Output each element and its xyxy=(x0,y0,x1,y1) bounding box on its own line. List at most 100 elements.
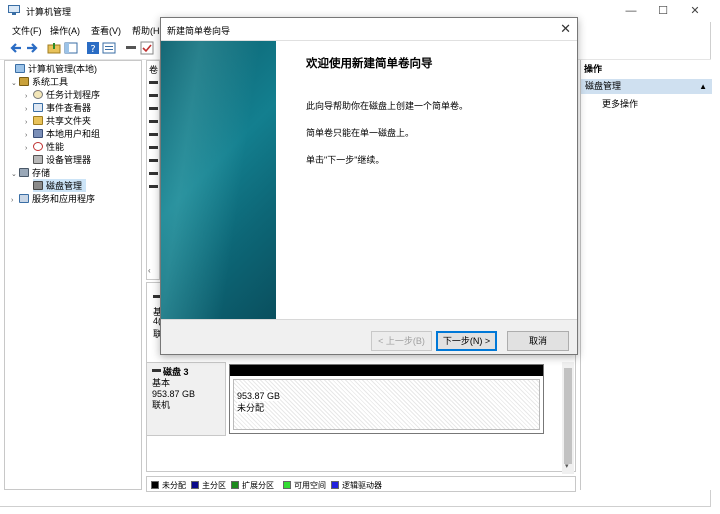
actions-panel: 操作 磁盘管理 ▲ 更多操作 xyxy=(580,60,712,490)
volume-row-icon[interactable] xyxy=(149,120,158,123)
connect-icon[interactable] xyxy=(124,41,138,55)
performance-icon xyxy=(33,142,43,151)
volume-row-icon[interactable] xyxy=(149,81,158,84)
tree-item-storage[interactable]: ⌄ 存储 xyxy=(11,166,50,179)
users-icon xyxy=(33,129,43,138)
disk3-status: 联机 xyxy=(152,400,171,410)
services-icon xyxy=(19,194,29,203)
tree-item-system-tools[interactable]: ⌄ 系统工具 xyxy=(11,75,68,88)
tree-item-disk-management[interactable]: 磁盘管理 xyxy=(33,179,87,192)
wizard-titlebar: 新建简单卷向导 ✕ xyxy=(161,18,577,41)
volume-row-icon[interactable] xyxy=(149,185,158,188)
maximize-button[interactable]: ☐ xyxy=(647,0,679,22)
legend-label: 逻辑驱动器 xyxy=(342,481,382,490)
volume-row-icon[interactable] xyxy=(149,94,158,97)
chevron-right-icon[interactable]: › xyxy=(25,106,33,113)
tree-item-services-apps[interactable]: › 服务和应用程序 xyxy=(11,192,95,205)
check-icon[interactable] xyxy=(140,41,154,55)
properties-icon[interactable] xyxy=(102,41,116,55)
volume-size: 953.87 GB xyxy=(237,391,281,401)
scroll-left-arrow-icon[interactable]: ‹ xyxy=(148,266,151,275)
disk3-size: 953.87 GB xyxy=(152,389,196,399)
navigation-tree: 计算机管理(本地) ⌄ 系统工具 › 任务计划程序 › 事件查看器 › 共享文件夹 › 本… xyxy=(4,60,142,490)
tree-item-shared-folders[interactable]: › 共享文件夹 xyxy=(25,114,91,127)
cancel-button[interactable]: 取消 xyxy=(507,331,569,351)
wizard-description: 此向导帮助你在磁盘上创建一个简单卷。 xyxy=(306,101,469,111)
legend-swatch xyxy=(331,481,339,489)
tree-item-label: 系统工具 xyxy=(32,77,69,87)
minimize-button[interactable]: — xyxy=(615,0,647,22)
wizard-separator xyxy=(161,319,577,320)
back-button[interactable]: < 上一步(B) xyxy=(371,331,432,351)
storage-icon xyxy=(19,168,29,177)
legend-label: 扩展分区 xyxy=(242,481,274,490)
disk3-label[interactable]: 磁盘 3 基本 953.87 GB 联机 xyxy=(146,362,226,436)
show-hide-tree-icon[interactable] xyxy=(64,41,78,55)
menu-help[interactable]: 帮助(H xyxy=(132,24,160,37)
window-title: 计算机管理 xyxy=(26,7,72,17)
wizard-content: 欢迎使用新建简单卷向导 此向导帮助你在磁盘上创建一个简单卷。 简单卷只能在单一磁… xyxy=(276,41,577,319)
volume-body[interactable]: 953.87 GB 未分配 xyxy=(233,379,540,430)
tree-item-event-viewer[interactable]: › 事件查看器 xyxy=(25,101,91,114)
tree-item-label: 计算机管理(本地) xyxy=(28,64,97,74)
wizard-note: 简单卷只能在单一磁盘上。 xyxy=(306,128,415,138)
wizard-instruction: 单击"下一步"继续。 xyxy=(306,155,385,165)
tree-item-label: 性能 xyxy=(46,142,65,152)
tree-item-computer-management[interactable]: 计算机管理(本地) xyxy=(7,62,97,75)
tree-item-device-manager[interactable]: 设备管理器 xyxy=(25,153,91,166)
tree-item-label: 服务和应用程序 xyxy=(32,194,96,204)
device-manager-icon xyxy=(33,155,43,164)
disk-icon xyxy=(33,181,43,190)
computer-management-icon xyxy=(8,5,20,15)
scroll-down-arrow-icon[interactable]: ▾ xyxy=(565,462,569,470)
legend-swatch xyxy=(231,481,239,489)
volume-row-icon[interactable] xyxy=(149,146,158,149)
tree-item-performance[interactable]: › 性能 xyxy=(25,140,64,153)
menu-action[interactable]: 操作(A) xyxy=(50,24,80,37)
actions-group-disk-management[interactable]: 磁盘管理 ▲ xyxy=(581,79,712,94)
chevron-down-icon[interactable]: ⌄ xyxy=(11,79,19,87)
up-folder-icon[interactable] xyxy=(47,41,61,55)
tree-item-label: 共享文件夹 xyxy=(46,116,92,126)
tree-item-label: 任务计划程序 xyxy=(46,90,101,100)
legend-swatch xyxy=(151,481,159,489)
chevron-right-icon[interactable]: › xyxy=(25,132,33,139)
wizard-close-button[interactable]: ✕ xyxy=(560,21,571,37)
unallocated-volume[interactable]: 953.87 GB 未分配 xyxy=(229,364,544,434)
wizard-heading: 欢迎使用新建简单卷向导 xyxy=(306,58,433,70)
actions-title: 操作 xyxy=(584,64,603,74)
legend-swatch xyxy=(283,481,291,489)
next-button[interactable]: 下一步(N) > xyxy=(436,331,497,351)
chevron-right-icon[interactable]: › xyxy=(25,93,33,100)
column-header-volume[interactable]: 卷 xyxy=(149,63,158,76)
legend-unallocated: 未分配 xyxy=(151,480,186,491)
volume-row-icon[interactable] xyxy=(149,172,158,175)
legend-label: 主分区 xyxy=(202,481,226,490)
back-arrow-icon[interactable] xyxy=(9,41,23,55)
volume-list-panel: 卷 ‹ xyxy=(146,60,160,280)
tree-item-local-users[interactable]: › 本地用户和组 xyxy=(25,127,100,140)
menu-view[interactable]: 查看(V) xyxy=(91,24,121,37)
chevron-right-icon[interactable]: › xyxy=(25,145,33,152)
volume-color-bar xyxy=(230,365,543,376)
computer-icon xyxy=(15,64,25,73)
chevron-right-icon[interactable]: › xyxy=(11,197,19,204)
legend-swatch xyxy=(191,481,199,489)
scrollbar-thumb[interactable] xyxy=(564,368,572,464)
tree-item-task-scheduler[interactable]: › 任务计划程序 xyxy=(25,88,100,101)
collapse-arrow-icon[interactable]: ▲ xyxy=(699,79,707,94)
volume-row-icon[interactable] xyxy=(149,107,158,110)
actions-group-label: 磁盘管理 xyxy=(585,81,622,91)
close-button[interactable]: ✕ xyxy=(679,0,711,22)
tree-item-label: 本地用户和组 xyxy=(46,129,101,139)
chevron-down-icon[interactable]: ⌄ xyxy=(11,170,19,178)
help-icon[interactable]: ? xyxy=(86,41,100,55)
svg-text:?: ? xyxy=(90,44,95,55)
volume-row-icon[interactable] xyxy=(149,159,158,162)
volume-row-icon[interactable] xyxy=(149,133,158,136)
more-actions-link[interactable]: 更多操作 xyxy=(602,97,638,110)
chevron-right-icon[interactable]: › xyxy=(25,119,33,126)
vertical-scrollbar[interactable]: ▾ xyxy=(562,362,574,474)
forward-arrow-icon[interactable] xyxy=(25,41,39,55)
menu-file[interactable]: 文件(F) xyxy=(12,24,42,37)
